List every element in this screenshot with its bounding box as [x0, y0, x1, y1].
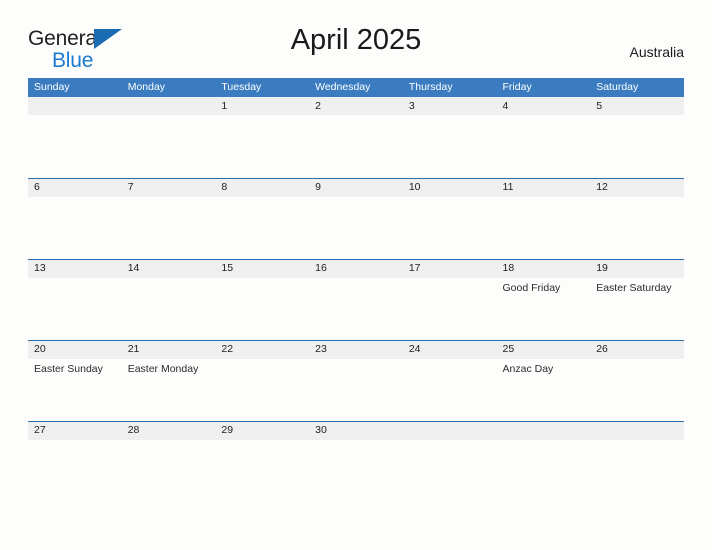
- calendar-day-cell[interactable]: [590, 421, 684, 502]
- calendar-day-cell[interactable]: 7: [122, 178, 216, 259]
- day-number: 19: [596, 262, 608, 274]
- day-number: 4: [502, 100, 509, 112]
- day-number: 3: [408, 100, 415, 112]
- day-number: 1: [221, 100, 228, 112]
- calendar-day-cell[interactable]: 24: [403, 340, 497, 421]
- calendar-week-row: 6 7 8 9 10 11 12: [28, 178, 684, 259]
- day-event-label: Easter Monday: [127, 363, 199, 375]
- calendar-week-row: 1 2 3 4 5: [28, 97, 684, 178]
- calendar-day-cell[interactable]: 3: [403, 97, 497, 178]
- day-number: 14: [127, 262, 140, 274]
- weekday-header-thursday: Thursday: [408, 81, 453, 93]
- day-number: 23: [315, 343, 327, 355]
- day-number: 5: [596, 100, 603, 112]
- calendar-day-cell[interactable]: [497, 421, 591, 502]
- calendar-day-cell[interactable]: 22: [215, 340, 309, 421]
- day-number: 10: [408, 181, 421, 193]
- day-number: 11: [502, 181, 514, 193]
- day-number: 27: [34, 424, 46, 436]
- day-event-label: Good Friday: [502, 282, 561, 294]
- weekday-header-tuesday: Tuesday: [221, 81, 262, 93]
- weekday-header-friday: Friday: [502, 81, 532, 93]
- calendar-day-cell[interactable]: 5: [590, 97, 684, 178]
- calendar-day-cell[interactable]: 19 Easter Saturday: [590, 259, 684, 340]
- day-number: 13: [34, 262, 46, 274]
- day-number: 15: [221, 262, 234, 274]
- calendar-week-row: 13 14 15 16 17 18 Good Friday 19 Easter Sa…: [28, 259, 684, 340]
- calendar-day-cell[interactable]: 26: [590, 340, 684, 421]
- calendar-page: General Blue April 2025 Australia Sunday…: [0, 0, 712, 550]
- day-number: 26: [596, 343, 608, 355]
- calendar-day-cell[interactable]: 15: [215, 259, 309, 340]
- calendar-day-cell[interactable]: 16: [309, 259, 403, 340]
- weekday-header-wednesday: Wednesday: [315, 81, 371, 93]
- calendar-day-cell[interactable]: 30: [309, 421, 403, 502]
- day-event-label: Easter Sunday: [34, 363, 103, 375]
- day-number: 6: [34, 181, 40, 193]
- day-number: 8: [221, 181, 228, 193]
- weekday-header-monday: Monday: [127, 81, 166, 93]
- day-number: 29: [221, 424, 234, 436]
- calendar-day-cell[interactable]: 11: [497, 178, 591, 259]
- day-number: 2: [315, 100, 321, 112]
- calendar-day-cell[interactable]: 6: [28, 178, 122, 259]
- calendar-day-cell[interactable]: 29: [215, 421, 309, 502]
- day-number: 17: [408, 262, 421, 274]
- day-number: 7: [127, 181, 134, 193]
- weekday-header-saturday: Saturday: [596, 81, 639, 93]
- calendar-day-cell[interactable]: 17: [403, 259, 497, 340]
- calendar-day-cell[interactable]: 20 Easter Sunday: [28, 340, 122, 421]
- calendar-week-row: 20 Easter Sunday 21 Easter Monday 22 23 24…: [28, 340, 684, 421]
- weekday-header-sunday: Sunday: [34, 81, 70, 93]
- day-number: 12: [596, 181, 608, 193]
- calendar-day-cell[interactable]: 27: [28, 421, 122, 502]
- calendar-day-cell[interactable]: 4: [497, 97, 591, 178]
- calendar-day-cell[interactable]: [28, 97, 122, 178]
- calendar-day-cell[interactable]: 18 Good Friday: [497, 259, 591, 340]
- calendar-day-cell[interactable]: 2: [309, 97, 403, 178]
- calendar-day-cell[interactable]: 10: [403, 178, 497, 259]
- day-number: 24: [408, 343, 421, 355]
- day-event-label: Anzac Day: [502, 363, 554, 375]
- calendar-day-cell[interactable]: [403, 421, 497, 502]
- day-number: 18: [502, 262, 515, 274]
- weekday-header-row: Sunday Monday Tuesday Wednesday Thursday…: [28, 78, 684, 97]
- calendar-day-cell[interactable]: 12: [590, 178, 684, 259]
- day-number: 20: [34, 343, 46, 355]
- day-number: 16: [315, 262, 327, 274]
- country-label: Australia: [629, 44, 684, 60]
- day-number: 21: [127, 343, 140, 355]
- calendar-day-cell[interactable]: 28: [122, 421, 216, 502]
- page-header: General Blue April 2025 Australia: [28, 24, 684, 71]
- calendar-grid: Sunday Monday Tuesday Wednesday Thursday…: [28, 78, 684, 502]
- calendar-day-cell[interactable]: 8: [215, 178, 309, 259]
- day-number: 30: [315, 424, 327, 436]
- calendar-day-cell[interactable]: 1: [215, 97, 309, 178]
- day-event-label: Easter Saturday: [596, 282, 672, 294]
- calendar-day-cell[interactable]: 13: [28, 259, 122, 340]
- calendar-day-cell[interactable]: 21 Easter Monday: [122, 340, 216, 421]
- calendar-day-cell[interactable]: 14: [122, 259, 216, 340]
- day-number: 22: [221, 343, 234, 355]
- day-number: 28: [127, 424, 140, 436]
- calendar-day-cell[interactable]: 9: [309, 178, 403, 259]
- page-title: April 2025: [290, 24, 422, 56]
- calendar-week-row: 27 28 29 30: [28, 421, 684, 502]
- calendar-day-cell[interactable]: 23: [309, 340, 403, 421]
- calendar-day-cell[interactable]: [122, 97, 216, 178]
- day-number: 9: [315, 181, 321, 193]
- calendar-day-cell[interactable]: 25 Anzac Day: [497, 340, 591, 421]
- day-number: 25: [502, 343, 515, 355]
